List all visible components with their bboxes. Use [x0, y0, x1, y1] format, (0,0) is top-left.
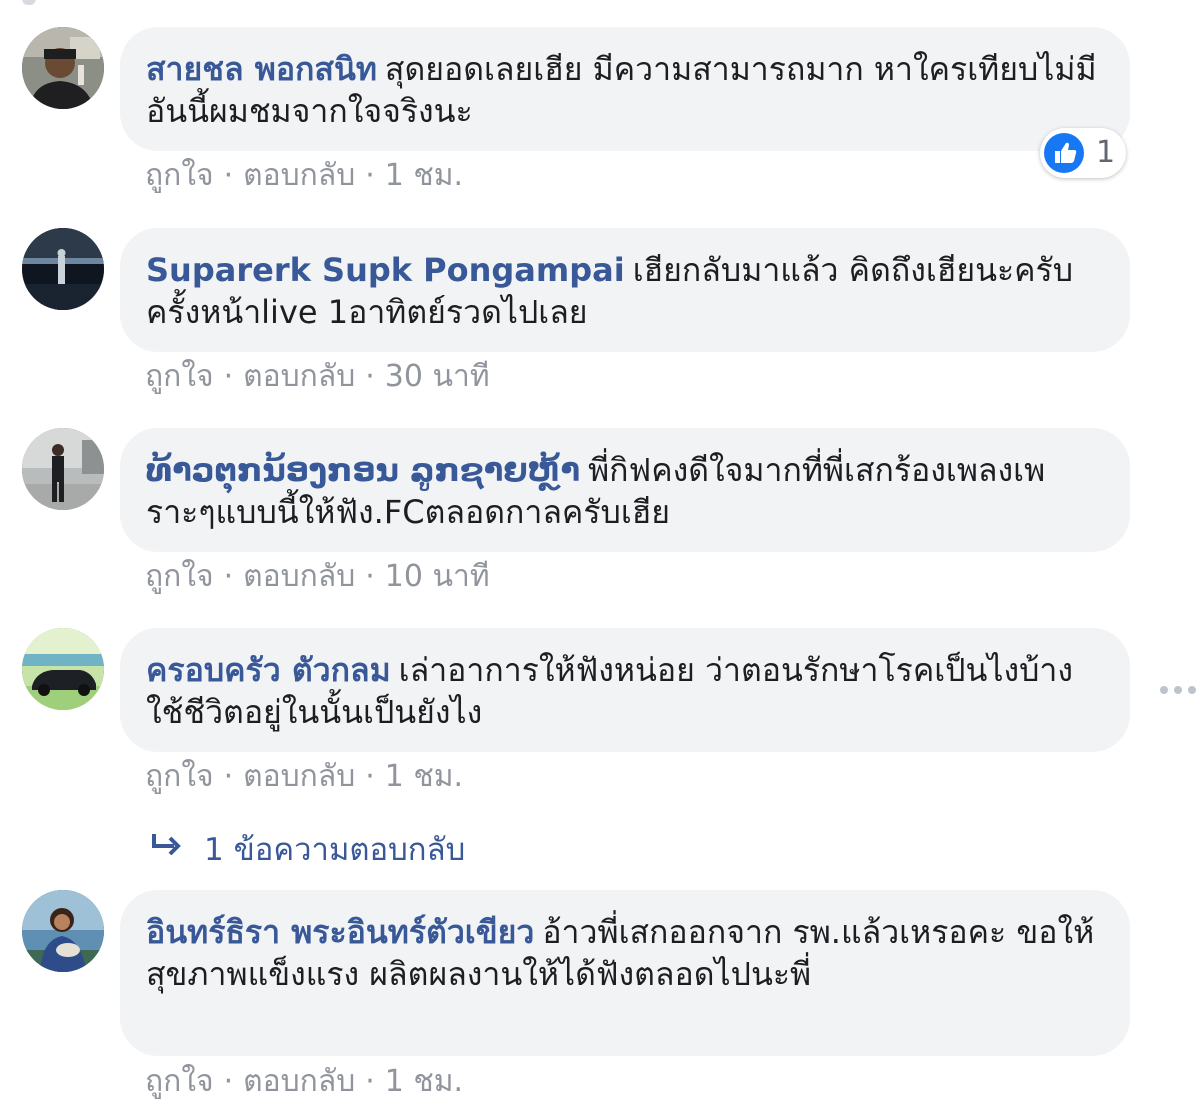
reply-link[interactable]: ตอบกลับ	[243, 158, 355, 193]
reaction-count-badge[interactable]: 1	[1040, 128, 1126, 178]
comment-bubble: สายชล พอกสนิท สุดยอดเลยเฮีย มีความสามารถม…	[120, 27, 1130, 151]
separator: ·	[365, 1064, 375, 1099]
avatar[interactable]	[22, 628, 104, 710]
avatar[interactable]	[22, 428, 104, 510]
separator: ·	[365, 759, 375, 794]
separator: ·	[223, 359, 234, 394]
comment-bubble: อินทร์ธิรา พระอินทร์ตัวเขียว อ้าวพี่เสกออ…	[120, 890, 1130, 1056]
timestamp-link[interactable]: 1 ชม.	[385, 158, 463, 193]
comment-author-link[interactable]: อินทร์ธิรา พระอินทร์ตัวเขียว	[146, 913, 534, 951]
like-link[interactable]: ถูกใจ	[145, 759, 214, 794]
reply-arrow-icon	[150, 830, 190, 870]
like-link[interactable]: ถูกใจ	[145, 1064, 214, 1099]
more-options-icon[interactable]	[1158, 686, 1198, 696]
timestamp-link[interactable]: 1 ชม.	[385, 1064, 463, 1099]
comment-bubble: ທ້າວຕຸກນ້ອງກອນ ລູກຊາຍຫຼ້າ พี่กิฟคงดีใจมาก…	[120, 428, 1130, 552]
reply-link[interactable]: ตอบกลับ	[243, 559, 355, 594]
separator: ·	[365, 158, 375, 193]
avatar[interactable]	[22, 27, 104, 109]
comment-author-link[interactable]: ครอบครัว ตัวกลม	[146, 651, 391, 689]
separator: ·	[223, 158, 234, 193]
like-link[interactable]: ถูกใจ	[145, 559, 214, 594]
comment-actions: ถูกใจ · ตอบกลับ · 1 ชม.	[145, 156, 463, 196]
view-replies-link[interactable]: 1 ข้อความตอบกลับ	[150, 830, 465, 870]
thumbs-up-icon	[1044, 133, 1084, 173]
reply-link[interactable]: ตอบกลับ	[243, 759, 355, 794]
comment-actions: ถูกใจ · ตอบกลับ · 1 ชม.	[145, 1062, 463, 1102]
reply-link[interactable]: ตอบกลับ	[243, 1064, 355, 1099]
avatar[interactable]	[22, 228, 104, 310]
timestamp-link[interactable]: 1 ชม.	[385, 759, 463, 794]
separator: ·	[223, 1064, 234, 1099]
comment-author-link[interactable]: ທ້າວຕຸກນ້ອງກອນ ລູກຊາຍຫຼ້າ	[146, 451, 580, 489]
comment-bubble: Suparerk Supk Pongampai เฮียกลับมาแล้ว คิ…	[120, 228, 1130, 352]
like-link[interactable]: ถูกใจ	[145, 359, 214, 394]
comment-author-link[interactable]: Suparerk Supk Pongampai	[146, 251, 625, 289]
comment-actions: ถูกใจ · ตอบกลับ · 10 นาที	[145, 557, 490, 597]
separator: ·	[365, 359, 375, 394]
separator: ·	[223, 559, 234, 594]
reaction-count: 1	[1096, 135, 1116, 170]
reply-link[interactable]: ตอบกลับ	[243, 359, 355, 394]
view-replies-label: 1 ข้อความตอบกลับ	[204, 832, 466, 868]
comment-author-link[interactable]: สายชล พอกสนิท	[146, 50, 377, 88]
separator: ·	[223, 759, 234, 794]
comment-bubble: ครอบครัว ตัวกลม เล่าอาการให้ฟังหน่อย ว่าต…	[120, 628, 1130, 752]
scroll-edge-fragment	[22, 0, 36, 5]
avatar[interactable]	[22, 890, 104, 972]
timestamp-link[interactable]: 10 นาที	[385, 559, 490, 594]
comment-actions: ถูกใจ · ตอบกลับ · 30 นาที	[145, 357, 490, 397]
separator: ·	[365, 559, 375, 594]
timestamp-link[interactable]: 30 นาที	[385, 359, 490, 394]
like-link[interactable]: ถูกใจ	[145, 158, 214, 193]
comment-actions: ถูกใจ · ตอบกลับ · 1 ชม.	[145, 757, 463, 797]
